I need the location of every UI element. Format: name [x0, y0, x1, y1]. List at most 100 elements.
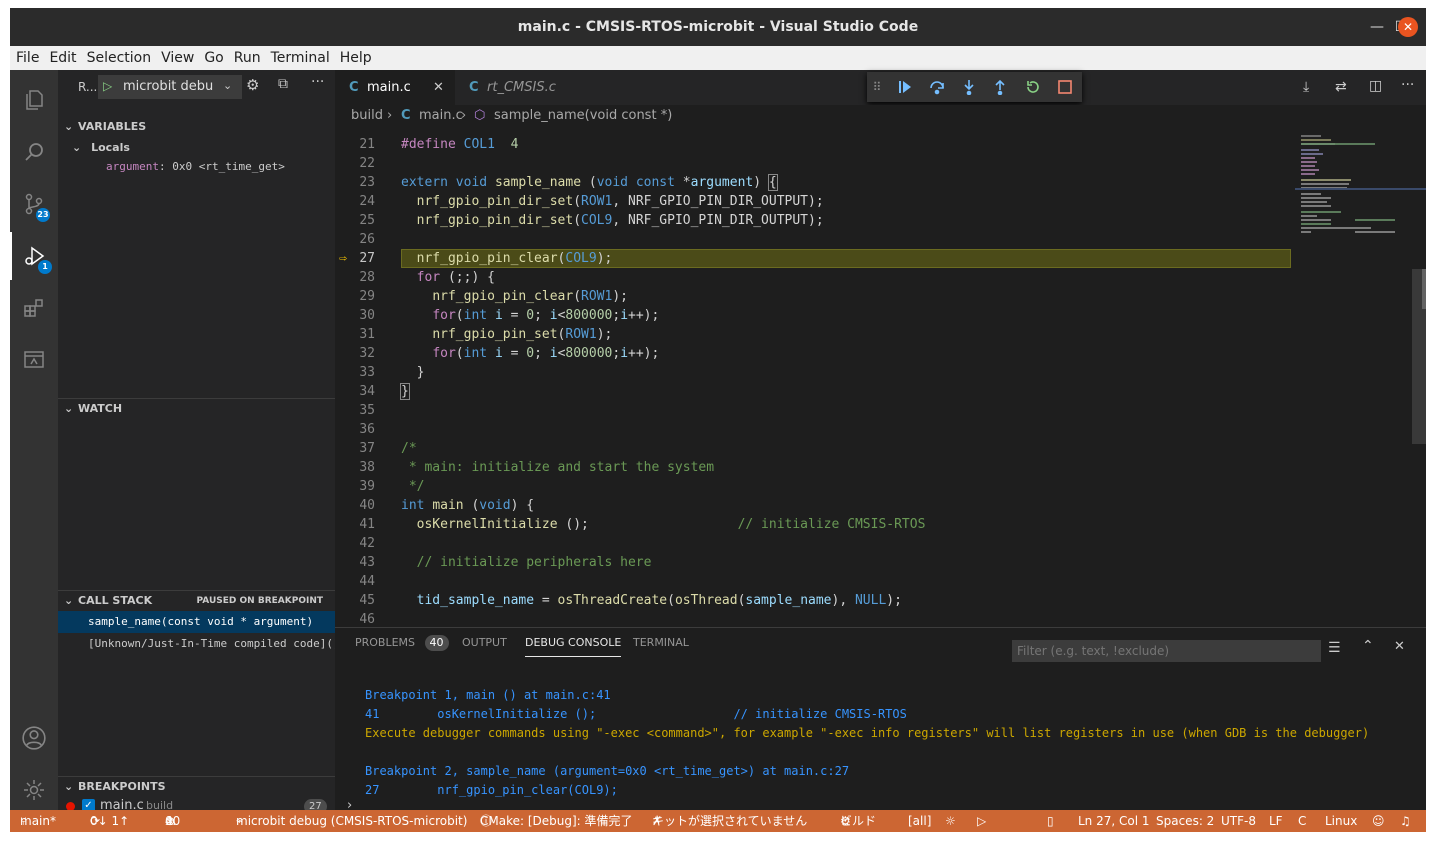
c-file-icon: C: [349, 80, 359, 95]
breadcrumb-symbol[interactable]: sample_name(void const *): [494, 105, 672, 127]
chevron-down-icon: ⌄: [64, 594, 74, 607]
explorer-icon[interactable]: [10, 76, 58, 124]
variable-row[interactable]: argument: 0x0 <rt_time_get>: [106, 160, 285, 173]
feedback-icon[interactable]: ☺: [1372, 810, 1385, 832]
tab-output[interactable]: OUTPUT: [462, 628, 507, 658]
editor-scrollbar-thumb[interactable]: [1412, 269, 1426, 444]
console-line: 27 nrf_gpio_pin_clear(COL9);: [365, 783, 618, 797]
bell-icon[interactable]: ♫: [1400, 810, 1411, 832]
continue-icon[interactable]: [891, 72, 919, 102]
code-line: 28 for (;;) {: [359, 270, 495, 285]
menu-go[interactable]: Go: [199, 46, 228, 70]
source-control-icon[interactable]: 23: [10, 180, 58, 228]
locals-scope[interactable]: ⌄ Locals: [72, 138, 130, 158]
callstack-header[interactable]: ⌄ CALL STACK PAUSED ON BREAKPOINT: [58, 590, 335, 611]
breadcrumb: build › C main.c › ⬡ sample_name(void co…: [335, 105, 1426, 127]
vscode-window: main.c - CMSIS-RTOS-microbit - Visual St…: [10, 8, 1426, 832]
gear-icon[interactable]: [10, 766, 58, 814]
code-line: 40 int main (void) {: [359, 498, 535, 513]
maximize-panel-icon[interactable]: ⌃: [1362, 638, 1374, 654]
console-filter-input[interactable]: [1012, 640, 1321, 662]
breakpoints-header[interactable]: ⌄ BREAKPOINTS: [58, 776, 335, 797]
chevron-down-icon: ⌄: [72, 141, 82, 154]
callstack-frame-selected[interactable]: sample_name(const void * argument): [58, 611, 335, 633]
encoding[interactable]: UTF-8: [1221, 810, 1256, 832]
more-actions-icon[interactable]: ···: [311, 74, 324, 90]
debug-config-select[interactable]: ▷ microbit debu ⌄: [98, 75, 242, 99]
code-line: 21 #define COL1 4: [359, 137, 519, 152]
code-line-current: 27 nrf_gpio_pin_clear(COL9);: [359, 251, 613, 266]
code-line: 36: [359, 422, 375, 437]
code-editor[interactable]: ⇨ 21 #define COL1 4 22 23 extern void samp…: [335, 127, 1295, 627]
breadcrumb-file[interactable]: main.c: [419, 105, 463, 127]
code-line: 30 for(int i = 0; i<800000;i++);: [359, 308, 660, 323]
variables-header[interactable]: ⌄ VARIABLES: [58, 117, 335, 137]
watch-header[interactable]: ⌄ WATCH: [58, 398, 335, 419]
minimap[interactable]: [1295, 127, 1426, 627]
code-line: 38 * main: initialize and start the syst…: [359, 460, 715, 475]
menu-terminal[interactable]: Terminal: [266, 46, 335, 70]
more-actions-icon[interactable]: ···: [1401, 77, 1414, 93]
step-over-icon[interactable]: [923, 72, 951, 102]
restart-icon[interactable]: [1019, 72, 1047, 102]
drag-handle-icon[interactable]: ⠿: [867, 72, 887, 102]
download-icon[interactable]: ⤓: [1303, 79, 1309, 95]
menu-selection[interactable]: Selection: [82, 46, 157, 70]
close-button[interactable]: ✕: [1398, 17, 1418, 37]
code-line: 41 osKernelInitialize (); // initialize …: [359, 517, 926, 532]
debug-console-icon[interactable]: ⧉: [278, 76, 288, 92]
cursor-position[interactable]: Ln 27, Col 1: [1078, 810, 1150, 832]
start-debug-icon[interactable]: ▷: [103, 79, 112, 93]
debug-target-icon[interactable]: ☼: [945, 810, 956, 832]
menu-view[interactable]: View: [156, 46, 199, 70]
code-line: 45 tid_sample_name = osThreadCreate(osTh…: [359, 593, 902, 608]
symbol-method-icon: ⬡: [474, 108, 486, 123]
language-mode[interactable]: C: [1298, 810, 1306, 832]
build-target[interactable]: [all]: [908, 810, 931, 832]
gear-icon[interactable]: ⚙: [246, 76, 259, 94]
account-icon[interactable]: [10, 714, 58, 762]
tab-terminal[interactable]: TERMINAL: [633, 628, 689, 658]
debug-toolbar: ⠿: [867, 72, 1082, 102]
tab-debug-console[interactable]: DEBUG CONSOLE: [525, 628, 622, 657]
close-panel-icon[interactable]: ✕: [1394, 639, 1405, 654]
problems-count-badge: 40: [424, 635, 449, 651]
code-line: 35: [359, 403, 375, 418]
compare-changes-icon[interactable]: ⇄: [1335, 79, 1347, 95]
stop-icon[interactable]: [1051, 72, 1079, 102]
line-ending[interactable]: LF: [1269, 810, 1283, 832]
code-line: 29 nrf_gpio_pin_clear(ROW1);: [359, 289, 628, 304]
clear-console-icon[interactable]: ☰: [1328, 640, 1341, 656]
tab-main-c[interactable]: C main.c ✕: [335, 70, 455, 105]
run-debug-icon[interactable]: 1: [10, 232, 58, 280]
menu-file[interactable]: File: [10, 46, 44, 70]
menu-help[interactable]: Help: [335, 46, 377, 70]
code-line: 24 nrf_gpio_pin_dir_set(ROW1, NRF_GPIO_P…: [359, 194, 824, 209]
console-line: Execute debugger commands using "-exec <…: [365, 726, 1370, 740]
breadcrumb-folder[interactable]: build: [351, 105, 383, 127]
launch-icon[interactable]: ▷: [977, 810, 986, 832]
minimize-button[interactable]: —: [1367, 17, 1387, 37]
menu-edit[interactable]: Edit: [44, 46, 81, 70]
extensions-icon[interactable]: [10, 284, 58, 332]
bottom-panel: PROBLEMS 40 OUTPUT DEBUG CONSOLE TERMINA…: [335, 627, 1426, 813]
menu-bar: File Edit Selection View Go Run Terminal Help: [10, 46, 1426, 70]
callstack-frame[interactable]: [Unknown/Just-In-Time compiled code](): [88, 633, 340, 655]
indentation[interactable]: Spaces: 2: [1156, 810, 1214, 832]
status-bar: ⑂ main* ⟳ 0↓ 1↑ ⊗ 40 ⚠ 0 ⌁ microbit debug…: [10, 810, 1426, 832]
code-line: 39 */: [359, 479, 425, 494]
chevron-down-icon: ⌄: [64, 780, 74, 793]
tab-rt-cmsis-c[interactable]: C rt_CMSIS.c: [455, 70, 573, 105]
code-line: 42: [359, 536, 375, 551]
code-line: 26: [359, 232, 375, 247]
search-icon[interactable]: [10, 128, 58, 176]
debug-config-label: microbit debu: [123, 79, 214, 94]
remote-explorer-icon[interactable]: [10, 336, 58, 384]
close-tab-icon[interactable]: ✕: [433, 70, 444, 105]
step-into-icon[interactable]: [955, 72, 983, 102]
os-config[interactable]: Linux: [1325, 810, 1357, 832]
tab-problems[interactable]: PROBLEMS 40: [355, 628, 449, 658]
split-editor-icon[interactable]: ◫: [1369, 78, 1382, 94]
menu-run[interactable]: Run: [229, 46, 266, 70]
step-out-icon[interactable]: [986, 72, 1014, 102]
